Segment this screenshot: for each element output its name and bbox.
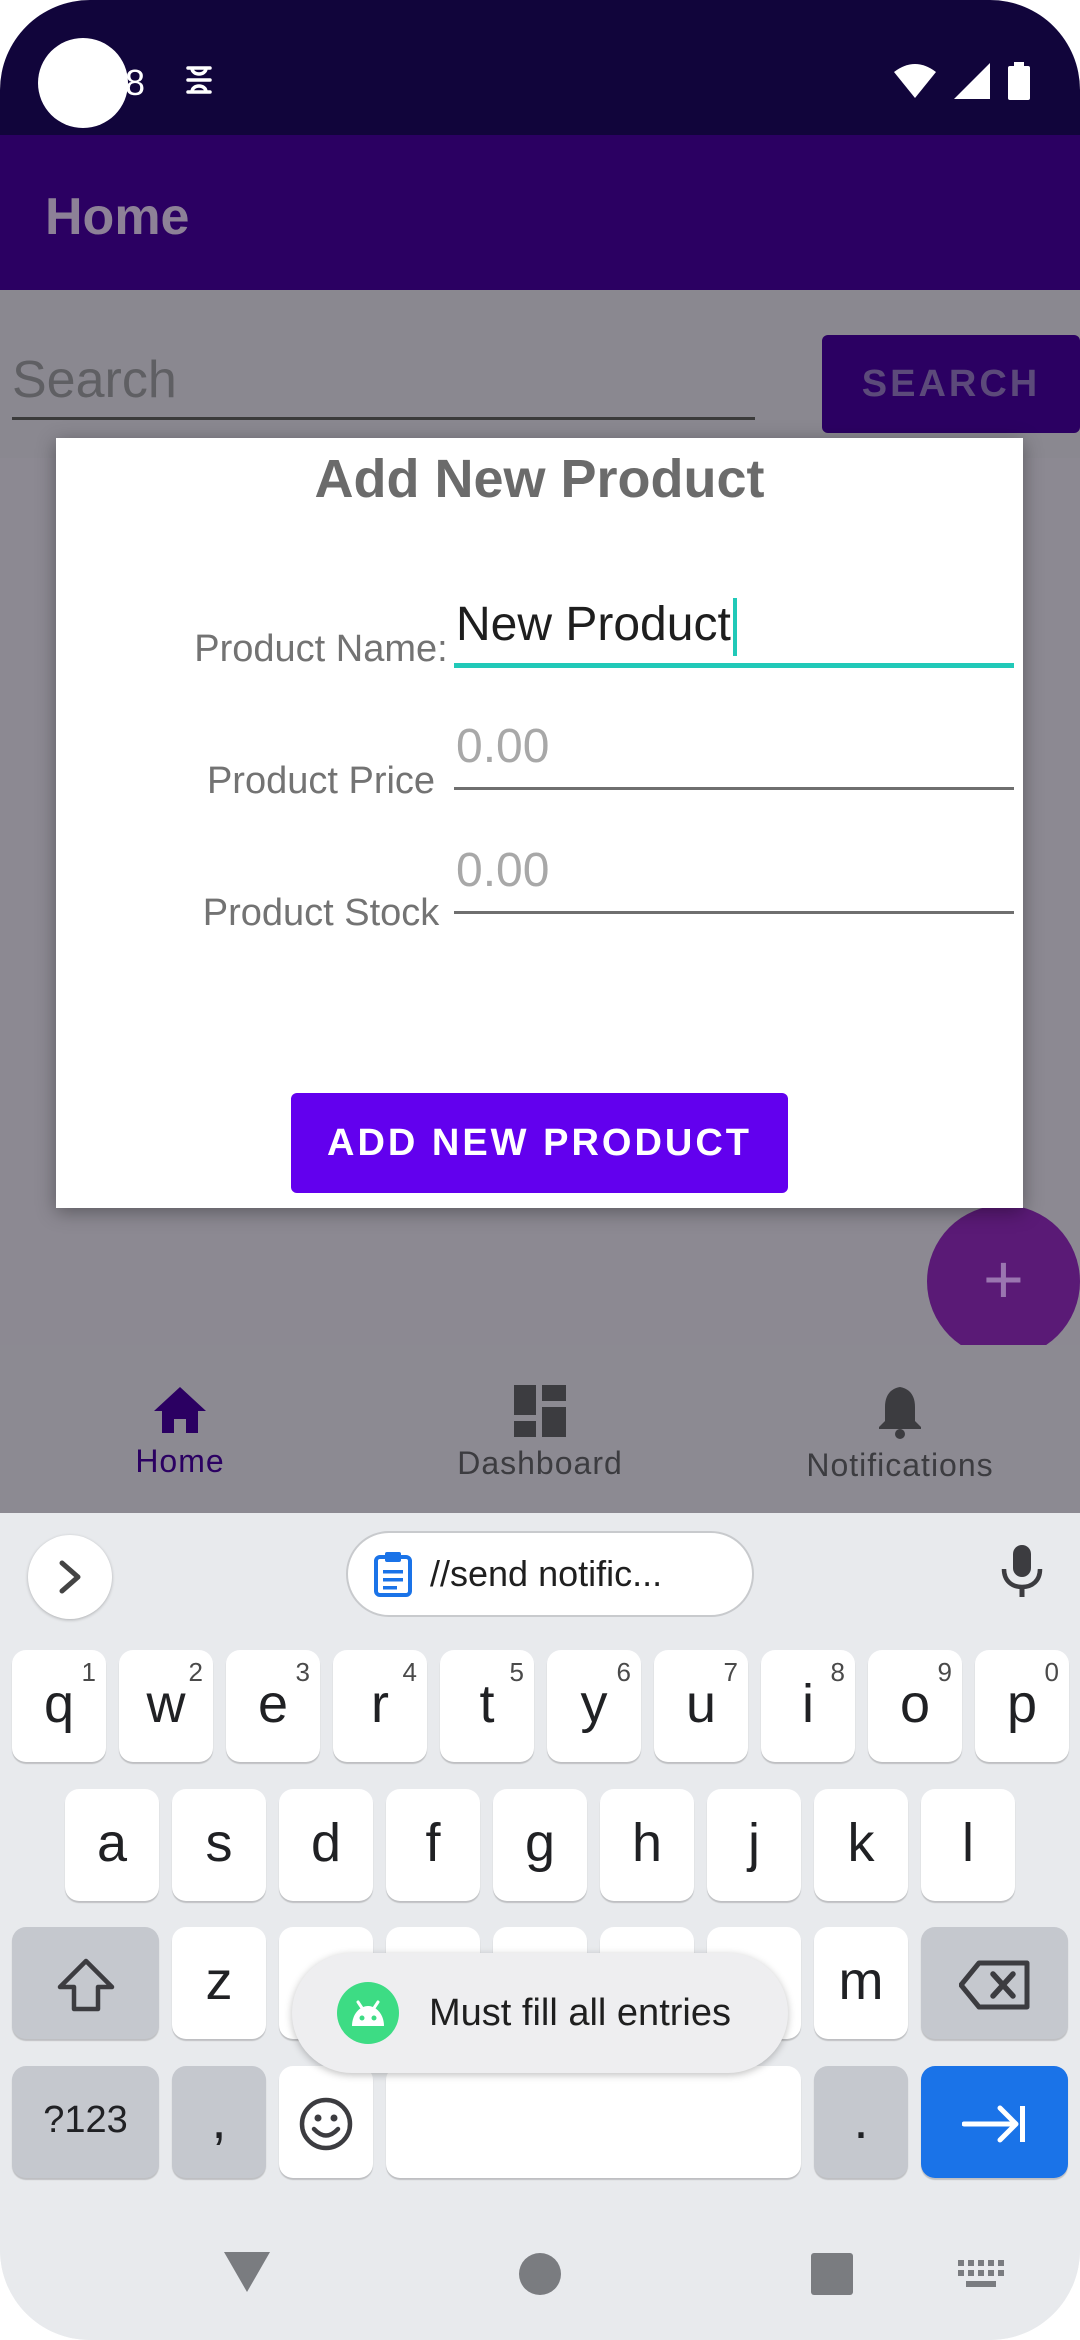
clipboard-suggestion-chip[interactable]: //send notific... — [346, 1531, 754, 1617]
nav-label-home: Home — [135, 1443, 225, 1479]
product-stock-label: Product Stock — [202, 892, 440, 934]
phone-screen: 8 Home Search SEARCH + Home Dashboard No… — [0, 0, 1080, 2340]
key-m[interactable]: m — [814, 1927, 908, 2039]
key-f[interactable]: f — [386, 1789, 480, 1901]
emoji-key[interactable] — [279, 2066, 373, 2178]
battery-icon — [1008, 62, 1030, 100]
product-price-input[interactable]: 0.00 — [454, 710, 1014, 790]
emoji-icon — [299, 2097, 353, 2150]
key-y[interactable]: y6 — [547, 1650, 641, 1762]
app-bar: Home — [0, 135, 1080, 290]
nav-label-dashboard: Dashboard — [457, 1445, 623, 1481]
key-a[interactable]: a — [65, 1789, 159, 1901]
space-key[interactable] — [386, 2066, 801, 2178]
key-w[interactable]: w2 — [119, 1650, 213, 1762]
home-icon — [154, 1387, 206, 1433]
shift-icon — [57, 1958, 114, 2011]
nav-item-dashboard[interactable]: Dashboard — [360, 1345, 720, 1513]
recents-icon[interactable] — [810, 2252, 854, 2296]
page-title: Home — [45, 188, 190, 246]
accessibility-icon — [182, 60, 216, 100]
search-input[interactable]: Search — [12, 340, 755, 420]
soft-keyboard: //send notific... q1 w2 e3 r4 t5 y6 u7 i… — [0, 1513, 1080, 2340]
key-g[interactable]: g — [493, 1789, 587, 1901]
key-t[interactable]: t5 — [440, 1650, 534, 1762]
notification-count: 8 — [125, 62, 146, 103]
nav-item-home[interactable]: Home — [0, 1345, 360, 1513]
status-bar: 8 — [0, 0, 1080, 135]
keyboard-switch-icon[interactable] — [958, 2260, 1004, 2290]
camera-cutout — [38, 38, 128, 128]
bottom-navigation: Home Dashboard Notifications — [0, 1345, 1080, 1513]
toast-text: Must fill all entries — [429, 1991, 731, 2034]
key-z[interactable]: z — [172, 1927, 266, 2039]
chevron-right-icon — [59, 1560, 81, 1594]
system-navigation-bar — [0, 2220, 1080, 2340]
key-d[interactable]: d — [279, 1789, 373, 1901]
add-product-dialog: Add New Product Product Name: New Produc… — [56, 438, 1023, 1208]
nav-item-notifications[interactable]: Notifications — [720, 1345, 1080, 1513]
dialog-title: Add New Product — [314, 449, 765, 509]
dashboard-icon — [514, 1385, 566, 1437]
key-i[interactable]: i8 — [761, 1650, 855, 1762]
shift-key[interactable] — [12, 1927, 159, 2039]
product-price-label: Product Price — [206, 760, 436, 802]
clipboard-icon — [374, 1552, 412, 1597]
product-name-label: Product Name: — [194, 628, 448, 670]
product-name-value: New Product — [456, 598, 731, 651]
nav-label-notifications: Notifications — [806, 1447, 994, 1483]
signal-icon — [954, 63, 990, 99]
comma-key[interactable]: , — [172, 2066, 266, 2178]
backspace-icon — [958, 1960, 1029, 2010]
enter-key[interactable] — [921, 2066, 1068, 2178]
search-bar: Search SEARCH — [0, 290, 1080, 458]
android-icon — [337, 1982, 399, 2044]
toast-message: Must fill all entries — [292, 1953, 788, 2073]
tab-next-icon — [961, 2105, 1025, 2143]
key-s[interactable]: s — [172, 1789, 266, 1901]
key-o[interactable]: o9 — [868, 1650, 962, 1762]
key-h[interactable]: h — [600, 1789, 694, 1901]
add-new-product-button[interactable]: ADD NEW PRODUCT — [291, 1093, 788, 1193]
symbols-key[interactable]: ?123 — [12, 2066, 159, 2178]
status-icons — [894, 62, 1030, 100]
microphone-button[interactable] — [1000, 1543, 1044, 1604]
key-q[interactable]: q1 — [12, 1650, 106, 1762]
period-key[interactable]: . — [814, 2066, 908, 2178]
product-stock-input[interactable]: 0.00 — [454, 834, 1014, 914]
back-icon[interactable] — [222, 2250, 272, 2294]
microphone-icon — [1001, 1545, 1043, 1597]
bell-icon — [879, 1387, 921, 1439]
key-u[interactable]: u7 — [654, 1650, 748, 1762]
key-e[interactable]: e3 — [226, 1650, 320, 1762]
key-j[interactable]: j — [707, 1789, 801, 1901]
text-cursor — [732, 598, 737, 657]
wifi-icon — [894, 64, 936, 98]
key-k[interactable]: k — [814, 1789, 908, 1901]
key-l[interactable]: l — [921, 1789, 1015, 1901]
add-fab-button[interactable]: + — [927, 1205, 1080, 1358]
keyboard-expand-button[interactable] — [28, 1535, 112, 1619]
key-r[interactable]: r4 — [333, 1650, 427, 1762]
product-name-input[interactable]: New Product — [454, 588, 1014, 668]
search-button[interactable]: SEARCH — [822, 335, 1080, 433]
clipboard-text: //send notific... — [430, 1553, 663, 1594]
backspace-key[interactable] — [921, 1927, 1068, 2039]
key-p[interactable]: p0 — [975, 1650, 1069, 1762]
home-circle-icon[interactable] — [518, 2252, 562, 2296]
